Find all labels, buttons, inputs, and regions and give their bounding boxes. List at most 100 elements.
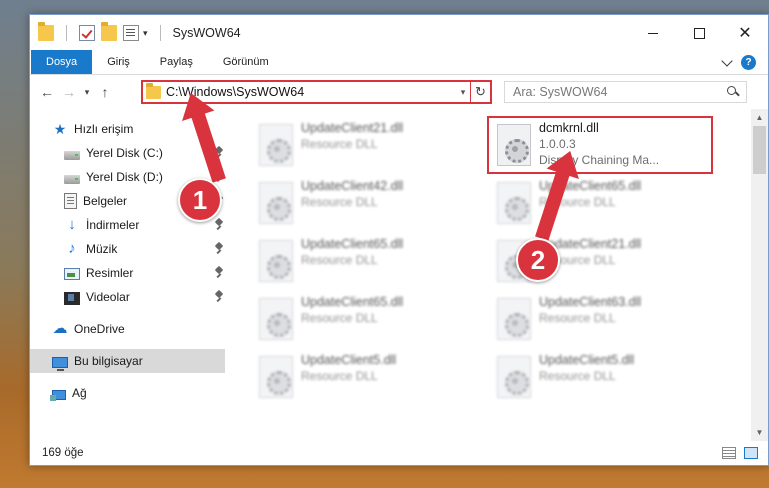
window-title: SysWOW64 bbox=[172, 26, 241, 40]
file-name: UpdateClient21.dll bbox=[301, 121, 404, 135]
dll-file-icon bbox=[259, 124, 293, 166]
search-icon[interactable] bbox=[724, 83, 742, 101]
search-box[interactable] bbox=[504, 81, 747, 103]
file-description: Resource DLL bbox=[301, 137, 378, 151]
sidebar-item-label: Bu bilgisayar bbox=[74, 354, 143, 368]
navigation-pane: ★ Hızlı erişim Yerel Disk (C:) Yerel Dis… bbox=[30, 109, 225, 441]
sidebar-item-this-pc[interactable]: Bu bilgisayar bbox=[30, 349, 225, 373]
ribbon-controls: ? bbox=[721, 55, 756, 70]
download-icon: ↓ bbox=[68, 216, 76, 233]
star-icon: ★ bbox=[53, 121, 67, 137]
sidebar-item-onedrive[interactable]: ☁ OneDrive bbox=[30, 317, 225, 341]
file-item[interactable]: UpdateClient21.dll Resource DLL bbox=[249, 116, 475, 174]
ribbon-tabs: Dosya Giriş Paylaş Görünüm ? bbox=[30, 50, 768, 75]
pin-icon[interactable] bbox=[215, 291, 223, 303]
file-item[interactable]: UpdateClient5.dll Resource DLL bbox=[249, 348, 475, 406]
close-button[interactable]: ✕ bbox=[722, 15, 768, 51]
dll-file-icon bbox=[259, 298, 293, 340]
pin-icon[interactable] bbox=[215, 267, 223, 279]
pictures-icon bbox=[64, 268, 80, 280]
sidebar-item-label: İndirmeler bbox=[86, 218, 140, 232]
tab-share[interactable]: Paylaş bbox=[145, 50, 208, 74]
file-description: Resource DLL bbox=[301, 369, 378, 383]
details-view-icon[interactable] bbox=[722, 447, 736, 459]
expand-ribbon-icon[interactable] bbox=[721, 55, 733, 67]
toolbar-divider bbox=[159, 25, 161, 41]
sidebar-item-network[interactable]: Ağ bbox=[30, 381, 225, 405]
file-name: UpdateClient5.dll bbox=[301, 353, 397, 367]
disk-icon bbox=[64, 174, 80, 184]
dll-file-icon bbox=[497, 356, 531, 398]
minimize-button[interactable] bbox=[630, 15, 676, 51]
customize-toolbar-dropdown-icon[interactable]: ▾ bbox=[143, 28, 148, 39]
sidebar-item-pictures[interactable]: Resimler bbox=[30, 261, 225, 285]
pin-icon[interactable] bbox=[215, 219, 223, 231]
scroll-down-icon[interactable]: ▼ bbox=[751, 424, 768, 441]
tab-file[interactable]: Dosya bbox=[31, 50, 93, 74]
scroll-up-icon[interactable]: ▲ bbox=[751, 109, 768, 126]
step-badge-1: 1 bbox=[178, 178, 222, 222]
search-input[interactable] bbox=[513, 85, 724, 99]
file-item[interactable]: UpdateClient65.dll Resource DLL bbox=[249, 290, 475, 348]
file-description: Resource DLL bbox=[539, 369, 616, 383]
file-item[interactable]: UpdateClient42.dll Resource DLL bbox=[249, 174, 475, 232]
sidebar-item-label: Müzik bbox=[86, 242, 118, 256]
refresh-button[interactable]: ↻ bbox=[470, 82, 490, 102]
file-name: UpdateClient42.dll bbox=[301, 179, 404, 193]
dll-file-icon bbox=[259, 182, 293, 224]
quick-access-toolbar: ▾ SysWOW64 bbox=[30, 22, 241, 41]
cloud-icon: ☁ bbox=[52, 320, 68, 337]
sidebar-item-videos[interactable]: Videolar bbox=[30, 285, 225, 309]
file-name: UpdateClient5.dll bbox=[539, 353, 635, 367]
file-description: Resource DLL bbox=[539, 311, 616, 325]
item-count: 169 öğe bbox=[42, 447, 84, 459]
step-badge-2: 2 bbox=[516, 238, 560, 282]
dll-file-icon bbox=[497, 182, 531, 224]
sidebar-item-music[interactable]: ♪ Müzik bbox=[30, 237, 225, 261]
file-list: UpdateClient21.dll Resource DLL UpdateCl… bbox=[225, 109, 768, 441]
file-item[interactable]: UpdateClient65.dll Resource DLL bbox=[249, 232, 475, 290]
sidebar-item-label: Resimler bbox=[86, 266, 134, 280]
back-button[interactable]: ← bbox=[36, 81, 58, 103]
file-name: UpdateClient63.dll bbox=[539, 295, 642, 309]
folder-icon bbox=[146, 82, 161, 99]
documents-icon bbox=[64, 193, 77, 209]
tab-home[interactable]: Giriş bbox=[92, 50, 145, 74]
title-bar: ▾ SysWOW64 ✕ bbox=[30, 15, 768, 51]
sidebar-item-label: Videolar bbox=[86, 290, 130, 304]
new-folder-icon[interactable] bbox=[101, 22, 117, 41]
maximize-button[interactable] bbox=[676, 15, 722, 51]
properties-check-icon[interactable] bbox=[79, 25, 95, 41]
tab-view[interactable]: Görünüm bbox=[208, 50, 284, 74]
computer-icon bbox=[52, 356, 68, 371]
help-icon[interactable]: ? bbox=[741, 55, 756, 70]
file-item[interactable]: UpdateClient63.dll Resource DLL bbox=[487, 290, 713, 348]
dll-file-icon bbox=[497, 298, 531, 340]
pin-icon[interactable] bbox=[215, 243, 223, 255]
file-description: Resource DLL bbox=[301, 311, 378, 325]
address-dropdown-icon[interactable]: ▾ bbox=[456, 87, 470, 98]
sidebar-item-label: Hızlı erişim bbox=[74, 122, 134, 136]
music-icon: ♪ bbox=[68, 240, 76, 257]
view-switcher bbox=[722, 447, 758, 459]
recent-locations-dropdown[interactable]: ▾ bbox=[80, 81, 94, 103]
file-description: Resource DLL bbox=[301, 253, 378, 267]
toolbar-divider bbox=[66, 25, 67, 41]
forward-button[interactable]: → bbox=[58, 81, 80, 103]
file-item[interactable]: UpdateClient5.dll Resource DLL bbox=[487, 348, 713, 406]
file-name: UpdateClient65.dll bbox=[301, 295, 404, 309]
vertical-scrollbar[interactable]: ▲ ▼ bbox=[751, 109, 768, 441]
disk-icon bbox=[64, 150, 80, 160]
tiles-view-icon[interactable] bbox=[744, 447, 758, 459]
file-item[interactable]: UpdateClient65.dll Resource DLL bbox=[487, 174, 713, 232]
video-icon bbox=[64, 291, 80, 305]
dll-file-icon bbox=[259, 240, 293, 282]
network-icon bbox=[50, 389, 66, 401]
properties-icon[interactable] bbox=[123, 25, 139, 41]
sidebar-item-label: Yerel Disk (D:) bbox=[86, 170, 163, 184]
scrollbar-thumb[interactable] bbox=[753, 126, 766, 174]
sidebar-item-local-disk-c[interactable]: Yerel Disk (C:) bbox=[30, 141, 225, 165]
up-button[interactable]: ↑ bbox=[94, 81, 116, 103]
file-description: Resource DLL bbox=[301, 195, 378, 209]
sidebar-item-label: Belgeler bbox=[83, 194, 128, 208]
